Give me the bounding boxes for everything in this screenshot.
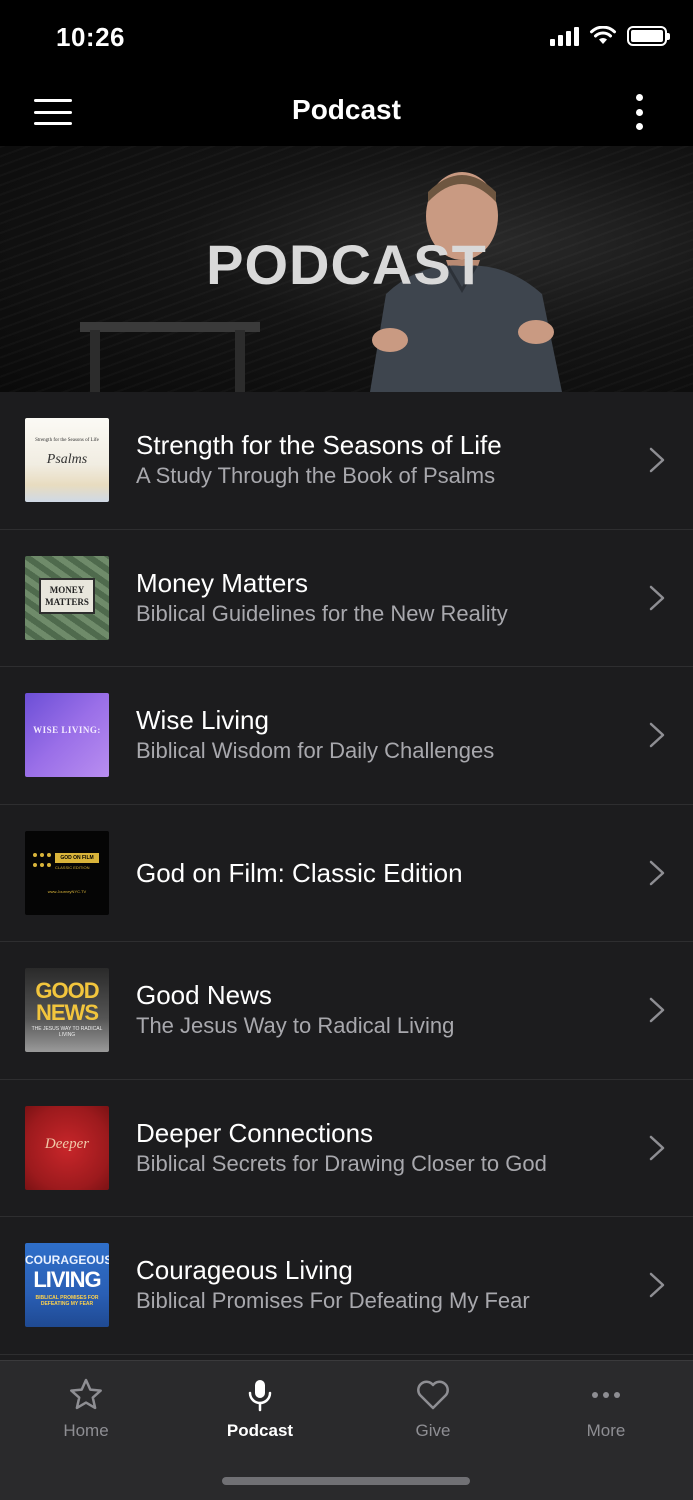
home-indicator[interactable] xyxy=(222,1477,470,1485)
podcast-row[interactable]: MONEY MATTERS Money Matters Biblical Gui… xyxy=(0,530,693,667)
podcast-title: Good News xyxy=(136,980,272,1011)
hero-banner: PODCAST xyxy=(0,146,693,392)
podcast-artwork: WISE LIVING: xyxy=(25,693,109,778)
podcast-title: Wise Living xyxy=(136,705,269,736)
page-title: Podcast xyxy=(292,94,401,125)
podcast-subtitle: Biblical Promises For Defeating My Fear xyxy=(136,1288,530,1314)
cellular-signal-icon xyxy=(550,26,579,46)
status-bar: 10:26 xyxy=(0,0,693,78)
wifi-icon xyxy=(590,26,616,44)
heart-icon xyxy=(417,1380,449,1410)
podcast-subtitle: Biblical Secrets for Drawing Closer to G… xyxy=(136,1150,547,1176)
podcast-subtitle: Biblical Guidelines for the New Reality xyxy=(136,600,508,626)
battery-icon xyxy=(627,26,670,46)
status-time: 10:26 xyxy=(56,22,125,52)
podcast-artwork: MONEY MATTERS xyxy=(25,555,109,640)
podcast-list: Strength for the Seasons of Life Psalms … xyxy=(0,392,693,1360)
podcast-row[interactable]: Strength for the Seasons of Life Psalms … xyxy=(0,392,693,530)
tab-label: Home xyxy=(63,1421,109,1440)
podcast-row[interactable]: COURAGEOUS LIVING BIBLICAL PROMISES FOR … xyxy=(0,1217,693,1355)
chevron-right-icon xyxy=(649,723,665,748)
podcast-title: Courageous Living xyxy=(136,1255,353,1286)
status-icons xyxy=(550,26,670,46)
tab-label: More xyxy=(586,1421,626,1440)
tab-give[interactable]: Give xyxy=(363,1377,503,1441)
chevron-right-icon xyxy=(649,448,665,473)
podcast-title: Money Matters xyxy=(136,567,308,598)
podcast-subtitle: A Study Through the Book of Psalms xyxy=(136,463,496,489)
hero-table-silhouette xyxy=(80,322,260,392)
podcast-artwork: Deeper xyxy=(25,1105,109,1190)
chevron-right-icon xyxy=(649,1135,665,1160)
podcast-row[interactable]: GOOD NEWS THE JESUS WAY TO RADICAL LIVING… xyxy=(0,942,693,1080)
chevron-right-icon xyxy=(649,860,665,885)
chevron-right-icon xyxy=(649,998,665,1023)
tab-label: Give xyxy=(415,1421,451,1440)
chevron-right-icon xyxy=(649,585,665,610)
podcast-artwork: Strength for the Seasons of Life Psalms xyxy=(25,418,109,503)
more-options-icon[interactable] xyxy=(629,92,649,132)
podcast-artwork: GOOD NEWS THE JESUS WAY TO RADICAL LIVING xyxy=(25,968,109,1053)
podcast-row[interactable]: WISE LIVING: Wise Living Biblical Wisdom… xyxy=(0,667,693,805)
podcast-row[interactable]: GOD ON FILM CLASSIC EDITION www.JourneyN… xyxy=(0,805,693,942)
star-icon xyxy=(70,1378,102,1410)
podcast-row[interactable]: Deeper Deeper Connections Biblical Secre… xyxy=(0,1080,693,1217)
tab-home[interactable]: Home xyxy=(16,1377,156,1441)
podcast-artwork: COURAGEOUS LIVING BIBLICAL PROMISES FOR … xyxy=(25,1243,109,1328)
tab-more[interactable]: More xyxy=(536,1377,676,1441)
tab-label: Podcast xyxy=(226,1421,294,1440)
podcast-title: Deeper Connections xyxy=(136,1117,374,1148)
navigation-bar: Podcast xyxy=(0,78,693,146)
podcast-artwork: GOD ON FILM CLASSIC EDITION www.JourneyN… xyxy=(25,830,109,915)
tab-podcast[interactable]: Podcast xyxy=(190,1377,330,1441)
podcast-subtitle: The Jesus Way to Radical Living xyxy=(136,1013,455,1039)
podcast-title: God on Film: Classic Edition xyxy=(136,857,463,888)
chevron-right-icon xyxy=(649,1273,665,1298)
podcast-subtitle: Biblical Wisdom for Daily Challenges xyxy=(136,738,495,764)
microphone-icon xyxy=(248,1380,272,1412)
hero-title: PODCAST xyxy=(206,233,487,296)
podcast-title: Strength for the Seasons of Life xyxy=(136,430,502,461)
more-dots-icon xyxy=(592,1392,620,1398)
